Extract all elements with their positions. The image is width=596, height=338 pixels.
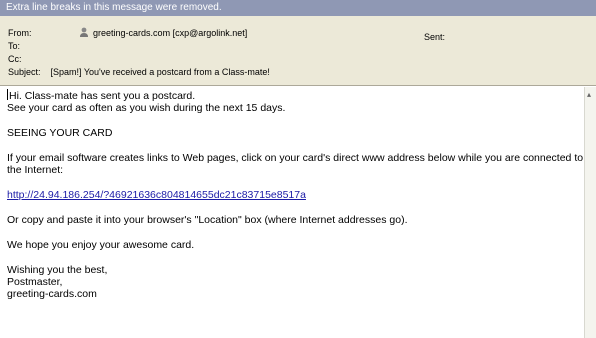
sent-field: Sent:: [424, 31, 445, 43]
postcard-link[interactable]: http://24.94.186.254/?46921636c804814655…: [7, 189, 306, 201]
closing-line-2: Postmaster,: [7, 276, 63, 288]
to-row: To:: [8, 40, 48, 52]
vertical-scrollbar[interactable]: ▴: [584, 87, 596, 338]
enjoy-text: We hope you enjoy your awesome card.: [7, 239, 195, 251]
to-label: To:: [8, 41, 21, 51]
info-bar-text: Extra line breaks in this message were r…: [6, 2, 222, 13]
message-header: From: greeting-cards.com [cxp@argolink.n…: [0, 16, 596, 86]
contact-icon: [79, 27, 89, 38]
text-cursor: [7, 89, 8, 100]
scroll-up-icon[interactable]: ▴: [587, 91, 591, 99]
closing-line-3: greeting-cards.com: [7, 288, 97, 300]
message-body[interactable]: Hi. Class-mate has sent you a postcard. …: [0, 87, 584, 338]
section-title: SEEING YOUR CARD: [7, 127, 113, 139]
from-value[interactable]: greeting-cards.com [cxp@argolink.net]: [93, 28, 247, 38]
cc-row: Cc:: [8, 53, 48, 65]
subject-row: Subject: [Spam!] You've received a postc…: [8, 66, 270, 78]
subject-value: [Spam!] You've received a postcard from …: [50, 67, 270, 77]
cc-label: Cc:: [8, 54, 22, 64]
subject-label: Subject:: [8, 67, 41, 77]
copy-instructions: Or copy and paste it into your browser's…: [7, 214, 408, 226]
from-row: From: greeting-cards.com [cxp@argolink.n…: [8, 27, 247, 39]
from-label: From:: [8, 28, 32, 38]
sent-label: Sent:: [424, 32, 446, 42]
info-bar[interactable]: Extra line breaks in this message were r…: [0, 0, 596, 16]
instructions: If your email software creates links to …: [7, 152, 584, 176]
closing-line-1: Wishing you the best,: [7, 264, 108, 276]
sender[interactable]: greeting-cards.com [cxp@argolink.net]: [79, 27, 247, 38]
body-line-2: See your card as often as you wish durin…: [7, 102, 286, 114]
body-line-1: Hi. Class-mate has sent you a postcard.: [9, 90, 196, 102]
